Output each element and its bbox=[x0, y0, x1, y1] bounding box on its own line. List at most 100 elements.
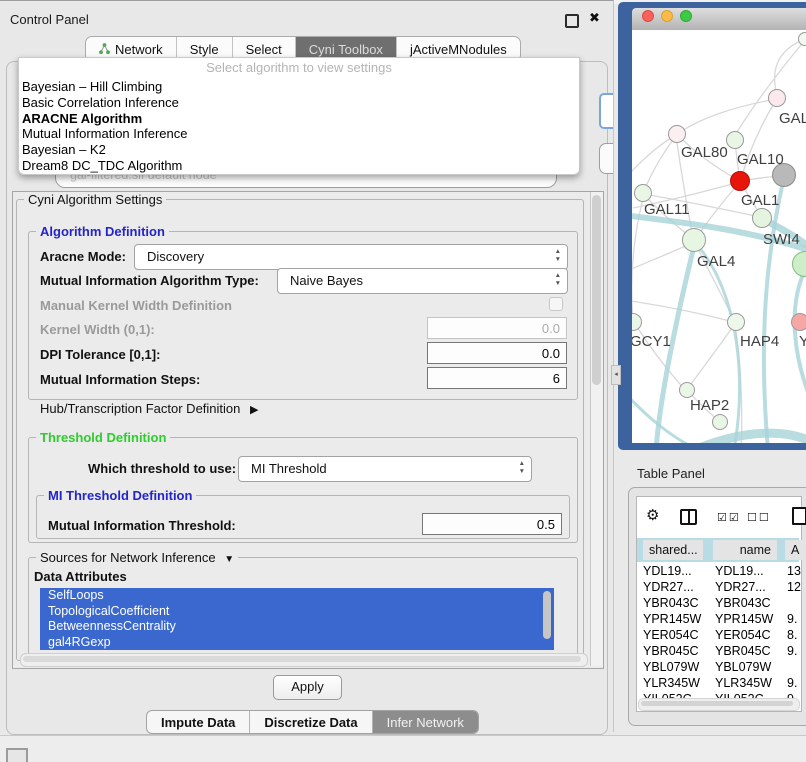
graph-node-partial-top[interactable] bbox=[798, 32, 806, 46]
unchecks-icon[interactable]: ☐☐ bbox=[747, 511, 771, 524]
gear-icon[interactable]: ⚙ bbox=[646, 506, 659, 524]
mi-threshold-group-title: MI Threshold Definition bbox=[44, 488, 196, 503]
settings-hscrollbar-thumb[interactable] bbox=[23, 656, 581, 662]
apply-button[interactable]: Apply bbox=[273, 675, 342, 700]
graph-node-pink-upper[interactable] bbox=[768, 89, 786, 107]
table-cell[interactable]: YLR345W bbox=[643, 676, 700, 690]
table-hscrollbar[interactable] bbox=[638, 698, 800, 711]
mi-type-select[interactable]: Naive Bayes ▲▼ bbox=[277, 268, 568, 294]
table-cell[interactable]: YDL19... bbox=[643, 564, 692, 578]
column-header-a[interactable]: A bbox=[785, 540, 806, 560]
table-row[interactable]: YPR145W YPR145W 9. bbox=[637, 612, 799, 628]
graph-node-bottom-node[interactable] bbox=[712, 414, 728, 430]
network-canvas[interactable]: GALGAL80GAL10GAL1GAL11SWI4GAL4GCY1HAP4YH… bbox=[632, 30, 806, 443]
attribute-item-selfloops[interactable]: SelfLoops bbox=[40, 588, 554, 604]
minimize-traffic-light-icon[interactable] bbox=[661, 10, 673, 22]
table-cell[interactable]: YDL19... bbox=[715, 564, 764, 578]
attributes-scrollbar-thumb[interactable] bbox=[543, 591, 551, 639]
dropdown-item-aracne-algorithm[interactable]: ARACNE Algorithm bbox=[19, 111, 579, 127]
table-row[interactable]: YDL19... YDL19... 13 bbox=[637, 564, 799, 580]
data-attributes-label: Data Attributes bbox=[34, 569, 127, 584]
sources-group-title[interactable]: Sources for Network Inference bbox=[36, 550, 238, 565]
network-window-titlebar[interactable] bbox=[632, 8, 806, 31]
table-cell[interactable]: YPR145W bbox=[643, 612, 701, 626]
table-cell[interactable]: YDR27... bbox=[715, 580, 766, 594]
dropdown-item-bayesian-hill-climbing[interactable]: Bayesian – Hill Climbing bbox=[19, 79, 579, 95]
aracne-mode-value: Discovery bbox=[147, 249, 204, 264]
table-row[interactable]: YLR345W YLR345W 9. bbox=[637, 676, 799, 692]
collapse-right-icon[interactable] bbox=[250, 401, 258, 416]
table-cell[interactable]: YBR043C bbox=[715, 596, 771, 610]
table-row[interactable]: YDR27... YDR27... 12 bbox=[637, 580, 799, 596]
table-cell[interactable]: 8. bbox=[787, 628, 797, 642]
table-cell[interactable]: 9. bbox=[787, 676, 797, 690]
hidden-panel-icon[interactable] bbox=[6, 748, 28, 762]
table-cell[interactable]: 9. bbox=[787, 644, 797, 658]
dropdown-item-basic-correlation-inference[interactable]: Basic Correlation Inference bbox=[19, 95, 579, 111]
aracne-mode-select[interactable]: Discovery ▲▼ bbox=[134, 244, 568, 270]
dropdown-item-bayesian-k2[interactable]: Bayesian – K2 bbox=[19, 142, 579, 158]
table-hscrollbar-thumb[interactable] bbox=[641, 701, 793, 706]
which-threshold-select[interactable]: MI Threshold ▲▼ bbox=[238, 456, 532, 482]
close-traffic-light-icon[interactable] bbox=[642, 10, 654, 22]
sources-title-label: Sources for Network Inference bbox=[40, 550, 216, 565]
checks-icon[interactable]: ☑☑ bbox=[717, 511, 741, 524]
kernel-width-field: 0.0 bbox=[427, 317, 567, 339]
graph-node-hap2-node[interactable] bbox=[679, 382, 695, 398]
dpi-tolerance-field[interactable]: 0.0 bbox=[427, 342, 567, 364]
mi-steps-field[interactable]: 6 bbox=[427, 367, 567, 389]
table-cell[interactable]: YLR345W bbox=[715, 676, 772, 690]
table-cell[interactable]: YBR045C bbox=[715, 644, 771, 658]
network-tab-icon bbox=[99, 43, 110, 55]
table-cell[interactable]: YBR043C bbox=[643, 596, 699, 610]
graph-node-gal10-node[interactable] bbox=[726, 131, 744, 149]
panel-divider-grip[interactable]: ◂ bbox=[611, 365, 621, 385]
bottom-tab-discretize-data[interactable]: Discretize Data bbox=[249, 711, 371, 733]
attribute-item-betweennesscentrality[interactable]: BetweennessCentrality bbox=[40, 619, 554, 635]
graph-node-swi4-node[interactable] bbox=[752, 208, 772, 228]
graph-node-hap4-node[interactable] bbox=[727, 313, 745, 331]
bottom-tab-infer-network[interactable]: Infer Network bbox=[372, 711, 478, 733]
cols-icon[interactable] bbox=[680, 509, 697, 525]
zoom-traffic-light-icon[interactable] bbox=[680, 10, 692, 22]
bottom-tab-impute-data[interactable]: Impute Data bbox=[147, 711, 249, 733]
settings-vscrollbar-thumb[interactable] bbox=[592, 195, 601, 385]
graph-node-gal11-node[interactable] bbox=[634, 184, 652, 202]
table-cell[interactable]: 13 bbox=[787, 564, 801, 578]
float-window-icon[interactable] bbox=[565, 14, 579, 28]
data-attributes-list[interactable]: SelfLoopsTopologicalCoefficientBetweenne… bbox=[40, 588, 554, 650]
graph-node-gal80-node[interactable] bbox=[668, 125, 686, 143]
column-header-shared[interactable]: shared... bbox=[643, 540, 703, 560]
hub-definition-toggle[interactable]: Hub/Transcription Factor Definition bbox=[40, 401, 258, 416]
attribute-item-gal4rgexp[interactable]: gal4RGexp bbox=[40, 635, 554, 651]
table-cell[interactable]: YER054C bbox=[643, 628, 699, 642]
collapse-down-icon[interactable] bbox=[224, 550, 234, 565]
graph-node-red-node[interactable] bbox=[730, 171, 750, 191]
table-row[interactable]: YBR045C YBR045C 9. bbox=[637, 644, 799, 660]
table-row[interactable]: YBL079W YBL079W bbox=[637, 660, 799, 676]
close-icon[interactable]: ✖ bbox=[589, 10, 600, 26]
dropdown-item-mutual-information-inference[interactable]: Mutual Information Inference bbox=[19, 126, 579, 142]
graph-node-gal4-node[interactable] bbox=[682, 228, 706, 252]
table-row[interactable]: YBR043C YBR043C bbox=[637, 596, 799, 612]
column-header-name[interactable]: name bbox=[713, 540, 777, 560]
table-cell[interactable]: 12 bbox=[787, 580, 801, 594]
graph-node-salmon-node[interactable] bbox=[791, 313, 806, 331]
manual-kernel-checkbox[interactable] bbox=[549, 297, 563, 311]
mi-threshold-field[interactable]: 0.5 bbox=[422, 513, 562, 535]
attribute-item-topologicalcoefficient[interactable]: TopologicalCoefficient bbox=[40, 604, 554, 620]
table-cell[interactable]: YBL079W bbox=[643, 660, 699, 674]
dropdown-item-dream8-dc-tdc-algorithm[interactable]: Dream8 DC_TDC Algorithm bbox=[19, 158, 579, 174]
graph-node-label: HAP4 bbox=[740, 333, 779, 350]
table-row[interactable]: YER054C YER054C 8. bbox=[637, 628, 799, 644]
stepper-icon: ▲▼ bbox=[555, 248, 561, 264]
table-cell[interactable]: YDR27... bbox=[643, 580, 694, 594]
dpi-tolerance-label: DPI Tolerance [0,1]: bbox=[40, 347, 160, 362]
page-icon[interactable] bbox=[792, 507, 806, 525]
table-cell[interactable]: YER054C bbox=[715, 628, 771, 642]
settings-hscrollbar[interactable] bbox=[20, 653, 588, 667]
table-cell[interactable]: YBL079W bbox=[715, 660, 771, 674]
table-cell[interactable]: YBR045C bbox=[643, 644, 699, 658]
table-cell[interactable]: YPR145W bbox=[715, 612, 773, 626]
table-cell[interactable]: 9. bbox=[787, 612, 797, 626]
